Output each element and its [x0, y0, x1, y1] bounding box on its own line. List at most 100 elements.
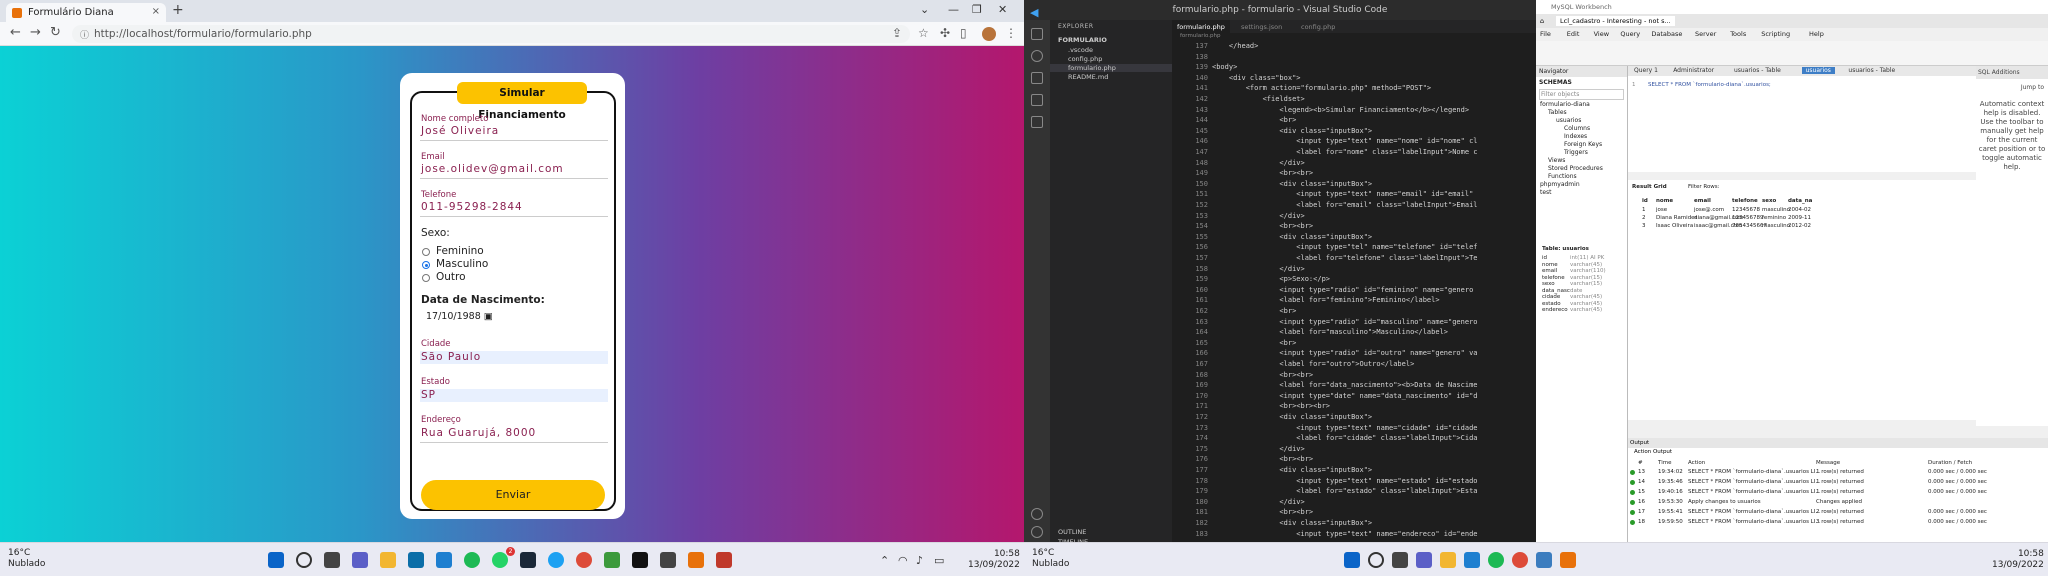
tab-search-icon[interactable]: ⌄: [920, 3, 929, 16]
battery-icon[interactable]: ▭: [934, 554, 944, 567]
output-row[interactable]: 13 19:34:02 SELECT * FROM `formulario-dian…: [1628, 469, 2048, 477]
project-folder[interactable]: FORMULARIO: [1058, 36, 1107, 44]
schema-tree-item[interactable]: Functions: [1536, 173, 1627, 181]
query-tab[interactable]: usuarios - Table: [1844, 67, 1899, 74]
radio-feminino-label[interactable]: Feminino: [436, 245, 484, 257]
spotify-icon[interactable]: [464, 552, 480, 568]
back-icon[interactable]: ←: [10, 25, 21, 40]
settings-gear-icon[interactable]: [1031, 526, 1043, 538]
minimap[interactable]: [1522, 42, 1536, 542]
chat-icon[interactable]: [1416, 552, 1432, 568]
grid-cell[interactable]: jose@.com: [1694, 207, 1724, 213]
radio-masculino-label[interactable]: Masculino: [436, 258, 488, 270]
sql-editor[interactable]: 1 SELECT * FROM `formulario-diana`.usuar…: [1628, 76, 1976, 172]
schema-tree-item[interactable]: Tables: [1536, 109, 1627, 117]
pdf-icon[interactable]: [716, 552, 732, 568]
schema-tree-item[interactable]: test: [1536, 189, 1627, 197]
taskbar-clock[interactable]: 10:58 13/09/2022: [968, 549, 1020, 571]
volume-icon[interactable]: ♪: [916, 554, 923, 567]
output-row[interactable]: 14 19:35:46 SELECT * FROM `formulario-dian…: [1628, 479, 2048, 487]
tray-chevron-icon[interactable]: ⌃: [880, 554, 889, 567]
steam-icon[interactable]: [520, 552, 536, 568]
grid-cell[interactable]: 3: [1642, 223, 1646, 229]
menu-item[interactable]: File: [1540, 30, 1551, 38]
radio-outro[interactable]: [422, 274, 430, 282]
schema-tree-item[interactable]: usuarios: [1536, 117, 1627, 125]
filter-rows-label[interactable]: Filter Rows:: [1688, 184, 1720, 190]
menu-item[interactable]: Scripting: [1761, 30, 1790, 38]
grid-column-header[interactable]: data_na: [1788, 198, 1812, 204]
task-view-icon[interactable]: [324, 552, 340, 568]
spotify-icon[interactable]: [1488, 552, 1504, 568]
schema-tree-item[interactable]: Stored Procedures: [1536, 165, 1627, 173]
app-icon[interactable]: [604, 552, 620, 568]
cidade-input[interactable]: São Paulo: [421, 351, 481, 363]
nome-input[interactable]: José Oliveira: [421, 125, 499, 137]
whatsapp-icon[interactable]: [492, 552, 508, 568]
xampp-icon[interactable]: [1560, 552, 1576, 568]
extensions-icon[interactable]: ✣: [940, 26, 950, 40]
radio-outro-label[interactable]: Outro: [436, 271, 466, 283]
schema-tree-item[interactable]: Triggers: [1536, 149, 1627, 157]
share-icon[interactable]: ⇪: [892, 26, 902, 40]
query-tab[interactable]: Query 1: [1630, 67, 1662, 74]
code-editor[interactable]: </head> <body> <div class="box"> <form ac…: [1212, 42, 1522, 542]
grid-cell[interactable]: masculino: [1762, 207, 1790, 213]
grid-cell[interactable]: Diana Ramides: [1656, 215, 1697, 221]
forward-icon[interactable]: →: [30, 25, 41, 40]
connection-tab[interactable]: Lcl_cadastro - Interesting - not s...: [1556, 16, 1675, 26]
radio-masculino[interactable]: [422, 261, 430, 269]
menu-item[interactable]: View: [1594, 30, 1609, 38]
info-icon[interactable]: ⓘ: [80, 28, 89, 41]
grid-cell[interactable]: 1: [1642, 207, 1646, 213]
menu-item[interactable]: Server: [1695, 30, 1716, 38]
explorer-icon[interactable]: [1031, 28, 1043, 40]
email-input[interactable]: jose.olidev@gmail.com: [421, 163, 564, 175]
vscode-icon[interactable]: [436, 552, 452, 568]
output-row[interactable]: 17 19:55:41 SELECT * FROM `formulario-dian…: [1628, 509, 2048, 517]
grid-cell[interactable]: 2: [1642, 215, 1646, 221]
menu-item[interactable]: Database: [1651, 30, 1682, 38]
estado-input[interactable]: SP: [421, 389, 436, 401]
submit-button[interactable]: Enviar: [421, 480, 605, 510]
vscode-icon[interactable]: [1464, 552, 1480, 568]
address-bar[interactable]: ⓘ http://localhost/formulario/formulario…: [72, 25, 910, 43]
grid-cell[interactable]: 2009-11: [1788, 215, 1811, 221]
store-icon[interactable]: [408, 552, 424, 568]
wifi-icon[interactable]: ◠: [898, 554, 908, 567]
search-icon[interactable]: [1031, 50, 1043, 62]
schema-tree-item[interactable]: phpmyadmin: [1536, 181, 1627, 189]
radio-feminino[interactable]: [422, 248, 430, 256]
grid-cell[interactable]: feminino: [1762, 215, 1786, 221]
grid-column-header[interactable]: nome: [1656, 198, 1673, 204]
grid-cell[interactable]: jose: [1656, 207, 1667, 213]
chrome-icon[interactable]: [576, 552, 592, 568]
output-row[interactable]: 15 19:40:16 SELECT * FROM `formulario-dian…: [1628, 489, 2048, 497]
output-row[interactable]: 16 19:53:30 Apply changes to usuarios Chang…: [1628, 499, 2048, 507]
data-nascimento-input[interactable]: 17/10/1988 ▣: [426, 311, 493, 322]
action-output-select[interactable]: Action Output: [1628, 448, 2048, 456]
grid-cell[interactable]: Isaac Oliveira: [1656, 223, 1693, 229]
new-tab-button[interactable]: +: [172, 2, 184, 18]
schema-tree-item[interactable]: Indexes: [1536, 133, 1627, 141]
grid-cell[interactable]: masculino: [1762, 223, 1790, 229]
grid-cell[interactable]: 2004-02: [1788, 207, 1811, 213]
query-tab[interactable]: usuarios - Table: [1730, 67, 1785, 74]
figma-icon[interactable]: [660, 552, 676, 568]
bookmark-star-icon[interactable]: ☆: [918, 26, 929, 40]
tab-formulario[interactable]: formulario.php: [1172, 20, 1230, 33]
minimize-button[interactable]: —: [948, 3, 959, 16]
menu-dots-icon[interactable]: ⋮: [1005, 26, 1017, 40]
grid-cell[interactable]: 2012-02: [1788, 223, 1811, 229]
grid-column-header[interactable]: sexo: [1762, 198, 1776, 204]
schema-tree-item[interactable]: Foreign Keys: [1536, 141, 1627, 149]
grid-cell[interactable]: 12345678: [1732, 207, 1760, 213]
close-window-button[interactable]: ✕: [998, 3, 1007, 16]
file-explorer-icon[interactable]: [380, 552, 396, 568]
close-tab-icon[interactable]: ×: [152, 6, 160, 17]
chat-icon[interactable]: [352, 552, 368, 568]
xampp-icon[interactable]: [688, 552, 704, 568]
tab-settings[interactable]: settings.json: [1236, 20, 1287, 33]
endereco-input[interactable]: Rua Guarujá, 8000: [421, 427, 536, 439]
home-icon[interactable]: ⌂: [1540, 17, 1544, 25]
